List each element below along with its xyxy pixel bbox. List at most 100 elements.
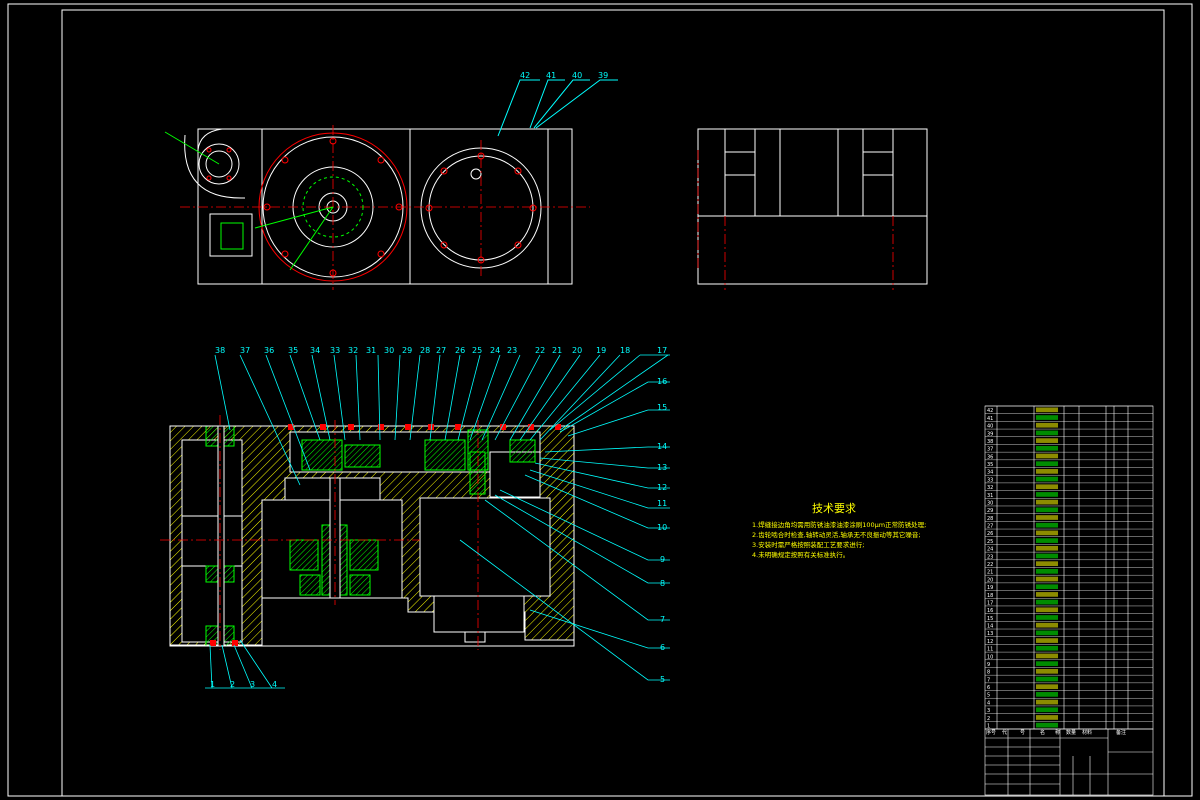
callout-2: 2 [230,680,235,689]
bom-row-number: 39 [987,431,993,437]
bom-row-text-mark [1036,615,1058,620]
sheet-border-outer [7,3,1193,797]
tech-req-line-2: 2.齿轮啮合时检查,轴转动灵活,轴承无不良振动等其它噪音; [752,531,921,539]
callout-29: 29 [402,346,412,355]
callout-40: 40 [572,71,582,80]
callout-21: 21 [552,346,562,355]
bom-row-number: 11 [987,647,993,653]
callout-8: 8 [660,579,665,588]
bom-row-number: 23 [987,554,993,560]
bom-row-text-mark [1036,584,1058,590]
section-view [169,425,575,647]
callout-41: 41 [546,71,556,80]
bom-row-text-mark [1036,507,1058,513]
bom-row-text-mark [1036,430,1058,436]
callout-14: 14 [657,442,667,451]
tech-req-line-1: 1.焊缝接边角均需用防锈油漆油漆涂刷100μm正常防锈处理; [752,521,927,529]
bom-row-text-mark [1036,530,1058,536]
svg-text:序号: 序号 [986,729,996,736]
bom-row-number: 42 [987,408,993,414]
callout-19: 19 [596,346,606,355]
bom-row-number: 35 [987,462,993,468]
callout-31: 31 [366,346,376,355]
bom-row-number: 21 [987,570,993,576]
callout-6: 6 [660,643,665,652]
top-view-leaders [497,79,618,137]
bom-row-number: 27 [987,524,993,530]
bom-row-number: 6 [987,685,990,691]
bom-row-text-mark [1036,592,1058,597]
callout-26: 26 [455,346,465,355]
bom-row-number: 17 [987,600,993,606]
bom-row-number: 37 [987,447,993,453]
bom-row-number: 13 [987,631,993,637]
callout-5: 5 [660,675,665,684]
callout-27: 27 [436,346,446,355]
bom-row-text-mark [1036,515,1058,520]
bom-row-text-mark [1036,692,1058,697]
callout-35: 35 [288,346,298,355]
bom-row-number: 40 [987,424,993,430]
callout-7: 7 [660,615,665,624]
tech-requirements: 技术要求 1.焊缝接边角均需用防锈油漆油漆涂刷100μm正常防锈处理; 2.齿轮… [752,500,926,560]
bom-row-text-mark [1036,622,1058,628]
tech-req-line-4: 4.未明确规定按照有关标准执行。 [752,551,850,559]
bom-row-text-mark [1036,569,1058,574]
bom-row-text-mark [1036,445,1058,451]
bom-row-number: 8 [987,670,990,676]
callout-32: 32 [348,346,358,355]
callout-10: 10 [657,523,667,532]
bom-row-text-mark [1036,607,1058,613]
bom-row-text-mark [1036,484,1058,490]
svg-text:称: 称 [1055,729,1060,736]
bom-row-number: 18 [987,593,993,599]
callout-37: 37 [240,346,250,355]
bom-row-number: 4 [987,700,990,706]
title-block [984,728,1154,796]
callout-16: 16 [657,377,667,386]
sheet-border-inner [61,9,1165,797]
callout-11: 11 [657,499,667,508]
callout-25: 25 [472,346,482,355]
top-view-callout-labels: 42 41 40 39 [520,71,608,80]
callout-12: 12 [657,483,667,492]
callout-18: 18 [620,346,630,355]
bom-row-text-mark [1036,653,1058,659]
bom-row-text-mark [1036,453,1058,459]
bom-row-number: 36 [987,454,993,460]
callout-38: 38 [215,346,225,355]
bom-row-number: 30 [987,500,993,506]
bom-row-number: 14 [987,624,993,630]
bom-row-text-mark [1036,638,1058,643]
tech-req-line-3: 3.安装时需严格按照装配工艺要求进行; [752,541,865,549]
bom-row-number: 19 [987,585,993,591]
bom-row-number: 5 [987,693,990,699]
bom-row-number: 31 [987,493,993,499]
svg-text:材料: 材料 [1082,729,1092,736]
bom-row-text-mark [1036,684,1058,690]
callout-34: 34 [310,346,320,355]
bom-row-text-mark [1036,415,1058,420]
bom-row-text-mark [1036,407,1058,413]
bom-row-text-mark [1036,645,1058,651]
bom-row-text-mark [1036,576,1058,582]
section-callouts-top: 38 37 36 35 34 33 32 31 30 29 28 27 26 2… [215,346,667,355]
bom-row-text-mark [1036,476,1058,482]
bom-row-number: 16 [987,608,993,614]
bom-row-text-mark [1036,661,1058,666]
bom-row-text-mark [1036,545,1058,551]
svg-text:代: 代 [1002,729,1007,736]
bom-row-number: 38 [987,439,993,445]
top-view [184,128,573,285]
bom-row-number: 7 [987,677,990,683]
bom-row-number: 28 [987,516,993,522]
callout-15: 15 [657,403,667,412]
bom-row-text-mark [1036,561,1058,566]
callout-20: 20 [572,346,582,355]
svg-text:号: 号 [1020,730,1025,736]
svg-text:备注: 备注 [1116,729,1126,736]
bom-row-text-mark [1036,553,1058,559]
side-view-centerlines [697,150,894,290]
bom-row-number: 25 [987,539,993,545]
bom-row-text-mark [1036,722,1058,728]
